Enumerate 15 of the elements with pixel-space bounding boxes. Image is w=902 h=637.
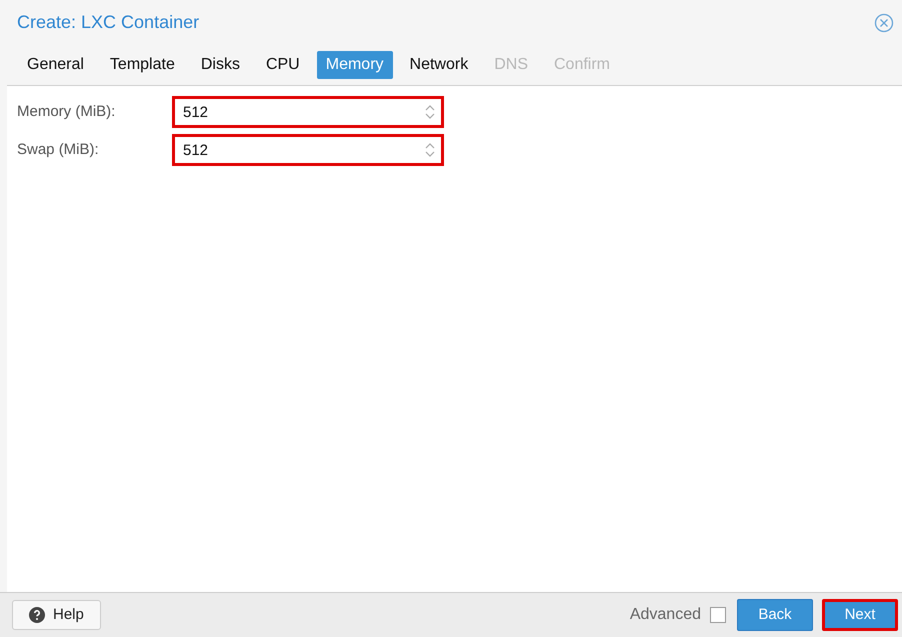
- tab[interactable]: Network: [400, 51, 478, 79]
- tab[interactable]: Disks: [192, 51, 249, 79]
- tab[interactable]: General: [18, 51, 93, 79]
- window-title: Create: LXC Container: [17, 11, 200, 34]
- tab[interactable]: CPU: [256, 51, 309, 79]
- field-label: Swap (MiB):: [16, 140, 100, 160]
- advanced-checkbox[interactable]: [710, 607, 726, 623]
- help-icon: [29, 607, 45, 623]
- field-label: Memory (MiB):: [16, 102, 116, 122]
- number-field[interactable]: 512: [172, 96, 444, 128]
- help-button[interactable]: Help: [12, 600, 101, 630]
- number-field[interactable]: 512: [172, 134, 444, 166]
- close-icon[interactable]: [874, 12, 894, 32]
- tab[interactable]: Template: [100, 51, 184, 79]
- advanced-label: Advanced: [630, 605, 701, 625]
